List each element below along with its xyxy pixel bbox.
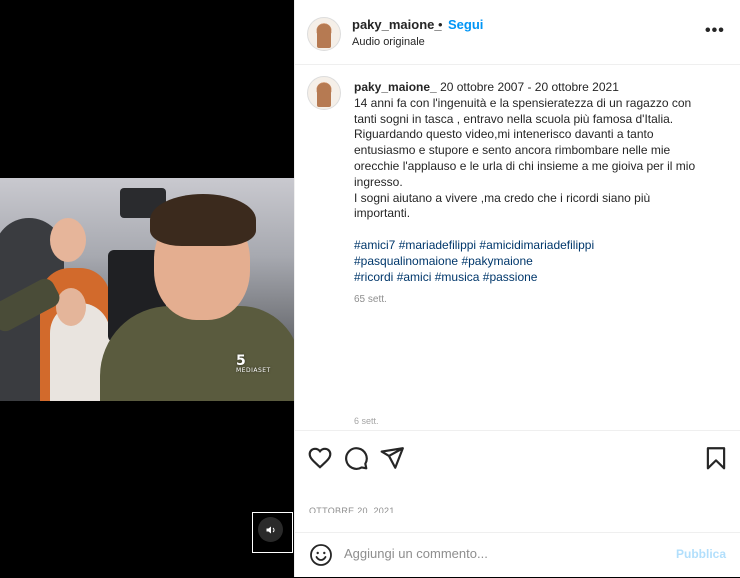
post-details-panel: paky_maione_ • Segui Audio originale •••…: [294, 0, 740, 577]
caption-line: orecchie l'applauso e le urla di chi ins…: [354, 158, 696, 173]
action-bar: [295, 440, 740, 472]
caption-line: 20 ottobre 2007 - 20 ottobre 2021: [440, 80, 619, 94]
author-username[interactable]: paky_maione_: [352, 17, 442, 32]
audio-toggle-button[interactable]: [252, 512, 293, 553]
hashtag-link[interactable]: #musica: [435, 270, 480, 284]
person-body: [100, 306, 294, 401]
avatar[interactable]: [307, 17, 341, 51]
audio-label[interactable]: Audio originale: [352, 36, 425, 48]
caption-line: 14 anni fa con l'ingenuità e la spensier…: [354, 95, 692, 110]
hashtags: #amici7 #mariadefilippi #amicidimariadef…: [354, 238, 714, 285]
caption-line: entusiasmo e stupore e sento ancora rimb…: [354, 143, 671, 158]
hashtag-link[interactable]: #passione: [483, 270, 538, 284]
post-header: paky_maione_ • Segui Audio originale •••: [295, 0, 740, 65]
hashtag-link[interactable]: #pakymaione: [461, 254, 532, 268]
caption-text: paky_maione_ 20 ottobre 2007 - 20 ottobr…: [354, 80, 714, 285]
comment-input[interactable]: Aggiungi un commento...: [344, 546, 488, 561]
comment-bar: Aggiungi un commento... Pubblica: [295, 532, 740, 578]
caption-section: paky_maione_ 20 ottobre 2007 - 20 ottobr…: [295, 64, 740, 431]
channel-logo-text: MEDIASET: [236, 367, 271, 374]
follow-button[interactable]: Segui: [448, 17, 483, 32]
background-face: [56, 288, 86, 326]
speaker-icon: [258, 517, 283, 542]
emoji-icon[interactable]: [309, 543, 333, 567]
hashtag-link[interactable]: #pasqualinomaione: [354, 254, 458, 268]
hashtag-link[interactable]: #amicidimariadefilippi: [479, 238, 594, 252]
cut-off-text: 6 sett.: [354, 416, 379, 424]
channel-logo: 5 MEDIASET: [236, 354, 271, 376]
caption-line: I sogni aiutano a vivere ,ma credo che i…: [354, 190, 651, 205]
caption-username[interactable]: paky_maione_: [354, 80, 437, 94]
publish-button[interactable]: Pubblica: [676, 547, 726, 561]
person-hair: [150, 194, 256, 246]
hashtag-link[interactable]: #ricordi: [354, 270, 393, 284]
bookmark-icon[interactable]: [703, 445, 729, 471]
caption-line: Riguardando questo video,mi intenerisco …: [354, 127, 654, 142]
media-area: 5 MEDIASET: [0, 0, 294, 577]
caption-line: importanti.: [354, 206, 411, 221]
caption-line: tanti sogni in tasca , entravo nella scu…: [354, 111, 674, 126]
separator-dot: •: [438, 17, 443, 32]
background-face: [50, 218, 86, 262]
heart-icon[interactable]: [307, 445, 333, 471]
comment-icon[interactable]: [343, 445, 369, 471]
hashtag-link[interactable]: #amici7: [354, 238, 395, 252]
hashtag-link[interactable]: #mariadefilippi: [399, 238, 476, 252]
post-date[interactable]: OTTOBRE 20, 2021: [309, 506, 395, 513]
caption-line: ingresso.: [354, 174, 403, 189]
avatar[interactable]: [307, 76, 341, 110]
caption-time-ago[interactable]: 65 sett.: [354, 294, 387, 305]
hashtag-link[interactable]: #amici: [397, 270, 432, 284]
more-options-icon[interactable]: •••: [705, 23, 725, 39]
send-icon[interactable]: [379, 445, 405, 471]
